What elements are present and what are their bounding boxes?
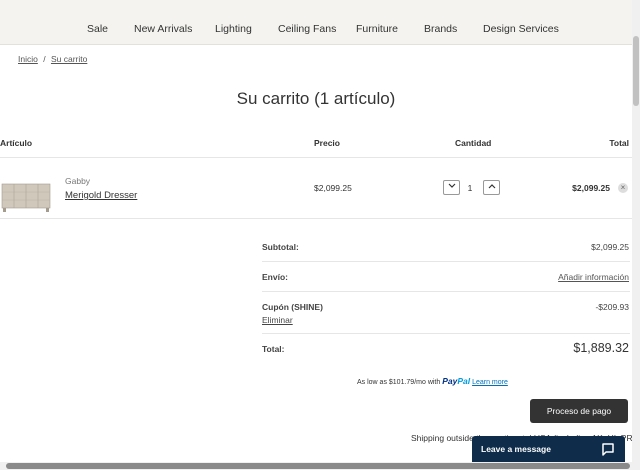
divider	[0, 157, 632, 158]
nav-item-ceiling-fans[interactable]: Ceiling Fans	[278, 23, 336, 35]
breadcrumb-current-link[interactable]: Su carrito	[51, 54, 87, 64]
product-total: $2,099.25	[572, 183, 610, 193]
paypal-financing-message: As low as $101.79/mo with PayPal Learn m…	[357, 376, 508, 386]
divider	[262, 333, 630, 334]
column-header-item: Artículo	[0, 138, 33, 148]
paypal-learn-more-link[interactable]: Learn more	[472, 379, 508, 386]
nav-item-lighting[interactable]: Lighting	[215, 23, 252, 35]
nav-item-design-services[interactable]: Design Services	[483, 23, 559, 35]
nav-item-sale[interactable]: Sale	[87, 23, 108, 35]
quantity-decrease-button[interactable]	[443, 180, 460, 195]
paypal-logo: PayPal	[442, 376, 471, 386]
chevron-down-icon	[448, 183, 455, 188]
nav-item-new-arrivals[interactable]: New Arrivals	[134, 23, 192, 35]
divider	[262, 291, 630, 292]
quantity-increase-button[interactable]	[483, 180, 500, 195]
product-brand: Gabby	[65, 176, 91, 186]
close-icon: ×	[620, 183, 626, 192]
breadcrumb-home-link[interactable]: Inicio	[18, 54, 38, 64]
dresser-product-image[interactable]	[1, 182, 51, 214]
quantity-value[interactable]: 1	[465, 183, 475, 193]
coupon-value: -$209.93	[595, 302, 629, 312]
product-name-link[interactable]: Merigold Dresser	[65, 190, 137, 201]
checkout-button[interactable]: Proceso de pago	[530, 399, 628, 423]
total-value: $1,889.32	[573, 341, 629, 355]
column-header-price: Precio	[314, 138, 340, 148]
chat-bubble-icon	[602, 443, 614, 456]
divider	[0, 218, 632, 219]
remove-item-button[interactable]: ×	[618, 183, 628, 193]
divider	[262, 261, 630, 262]
column-header-quantity: Cantidad	[455, 138, 492, 148]
total-label: Total:	[262, 344, 285, 354]
coupon-label: Cupón (SHINE)	[262, 302, 323, 312]
horizontal-scrollbar-thumb[interactable]	[6, 463, 630, 469]
chevron-up-icon	[488, 184, 495, 189]
nav-item-brands[interactable]: Brands	[424, 23, 457, 35]
page-title: Su carrito (1 artículo)	[236, 89, 396, 108]
vertical-scrollbar-thumb[interactable]	[633, 36, 639, 106]
breadcrumb: Inicio / Su carrito	[18, 54, 87, 64]
nav-item-furniture[interactable]: Furniture	[356, 23, 398, 35]
leave-a-message-chat-widget[interactable]: Leave a message	[472, 436, 625, 463]
subtotal-label: Subtotal:	[262, 242, 299, 252]
product-price: $2,099.25	[314, 183, 352, 193]
add-shipping-info-link[interactable]: Añadir información	[558, 272, 629, 282]
chat-label: Leave a message	[481, 444, 551, 454]
column-header-total: Total	[609, 138, 629, 148]
main-navigation: Sale New Arrivals Lighting Ceiling Fans …	[0, 0, 632, 45]
shipping-label: Envío:	[262, 272, 288, 282]
paypal-text: As low as $101.79/mo with	[357, 379, 441, 386]
breadcrumb-separator: /	[43, 54, 46, 64]
subtotal-value: $2,099.25	[591, 242, 629, 252]
remove-coupon-link[interactable]: Eliminar	[262, 315, 293, 325]
